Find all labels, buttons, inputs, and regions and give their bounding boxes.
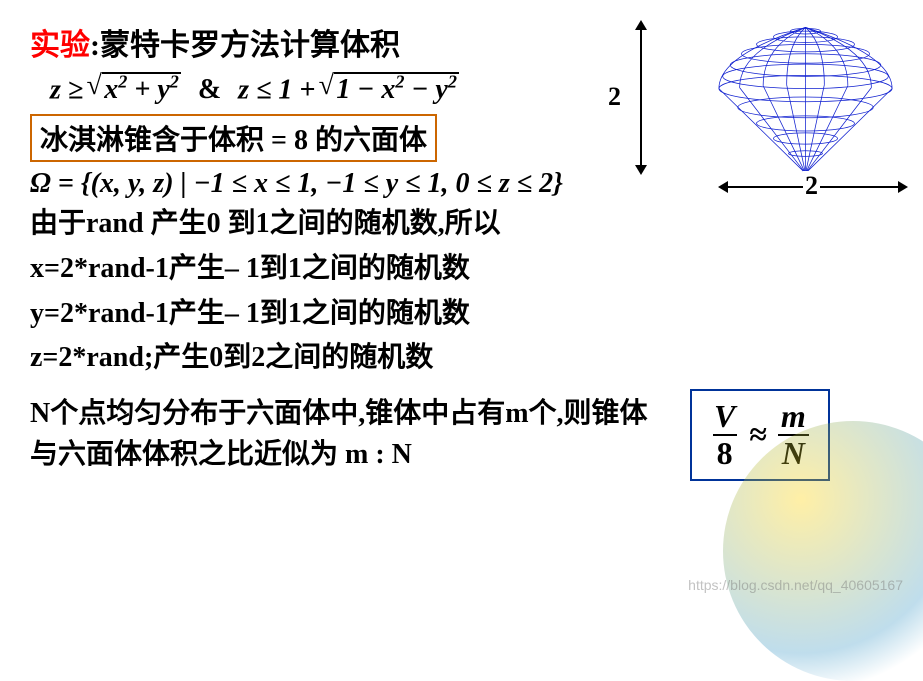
- title-main: 蒙特卡罗方法计算体积: [100, 29, 400, 62]
- title-prefix: 实验: [30, 29, 90, 62]
- title-colon: :: [90, 29, 100, 62]
- ice-cream-cone-figure: 2: [618, 10, 908, 200]
- frac-v-8: V 8: [710, 399, 739, 471]
- ratio-n: N: [778, 434, 809, 471]
- sqrt-right: 1 − x2 − y2: [322, 72, 459, 106]
- conclusion-row: N个点均匀分布于六面体中,锥体中占有m个,则锥体与六面体体积之比近似为 m : …: [30, 379, 903, 481]
- ratio-v: V: [710, 399, 739, 434]
- dim-height-label: 2: [608, 82, 621, 112]
- ampersand: &: [188, 74, 231, 105]
- ratio-8: 8: [713, 434, 737, 471]
- frac-m-n: m N: [777, 399, 810, 471]
- wireframe-shape: [708, 18, 903, 178]
- rand-y: y=2*rand-1产生– 1到1之间的随机数: [30, 290, 903, 335]
- rand-z: z=2*rand;产生0到2之间的随机数: [30, 334, 903, 379]
- ratio-m: m: [777, 399, 810, 434]
- dimension-vertical: 2: [618, 20, 653, 175]
- dim-width-label: 2: [803, 171, 820, 201]
- ratio-box: V 8 ≈ m N: [690, 389, 830, 481]
- watermark: https://blog.csdn.net/qq_40605167: [688, 577, 903, 593]
- rand-x: x=2*rand-1产生– 1到1之间的随机数: [30, 245, 903, 290]
- formula-lhs: z ≥: [50, 74, 90, 105]
- dimension-horizontal: 2: [718, 175, 908, 200]
- formula-rhs: z ≤ 1 +: [238, 74, 322, 105]
- rand-intro: 由于rand 产生0 到1之间的随机数,所以: [30, 200, 903, 245]
- approx-sign: ≈: [749, 416, 767, 453]
- conclusion-text: N个点均匀分布于六面体中,锥体中占有m个,则锥体与六面体体积之比近似为 m : …: [30, 394, 670, 475]
- sqrt-left: x2 + y2: [90, 72, 181, 106]
- volume-statement: 冰淇淋锥含于体积 = 8 的六面体: [30, 114, 437, 162]
